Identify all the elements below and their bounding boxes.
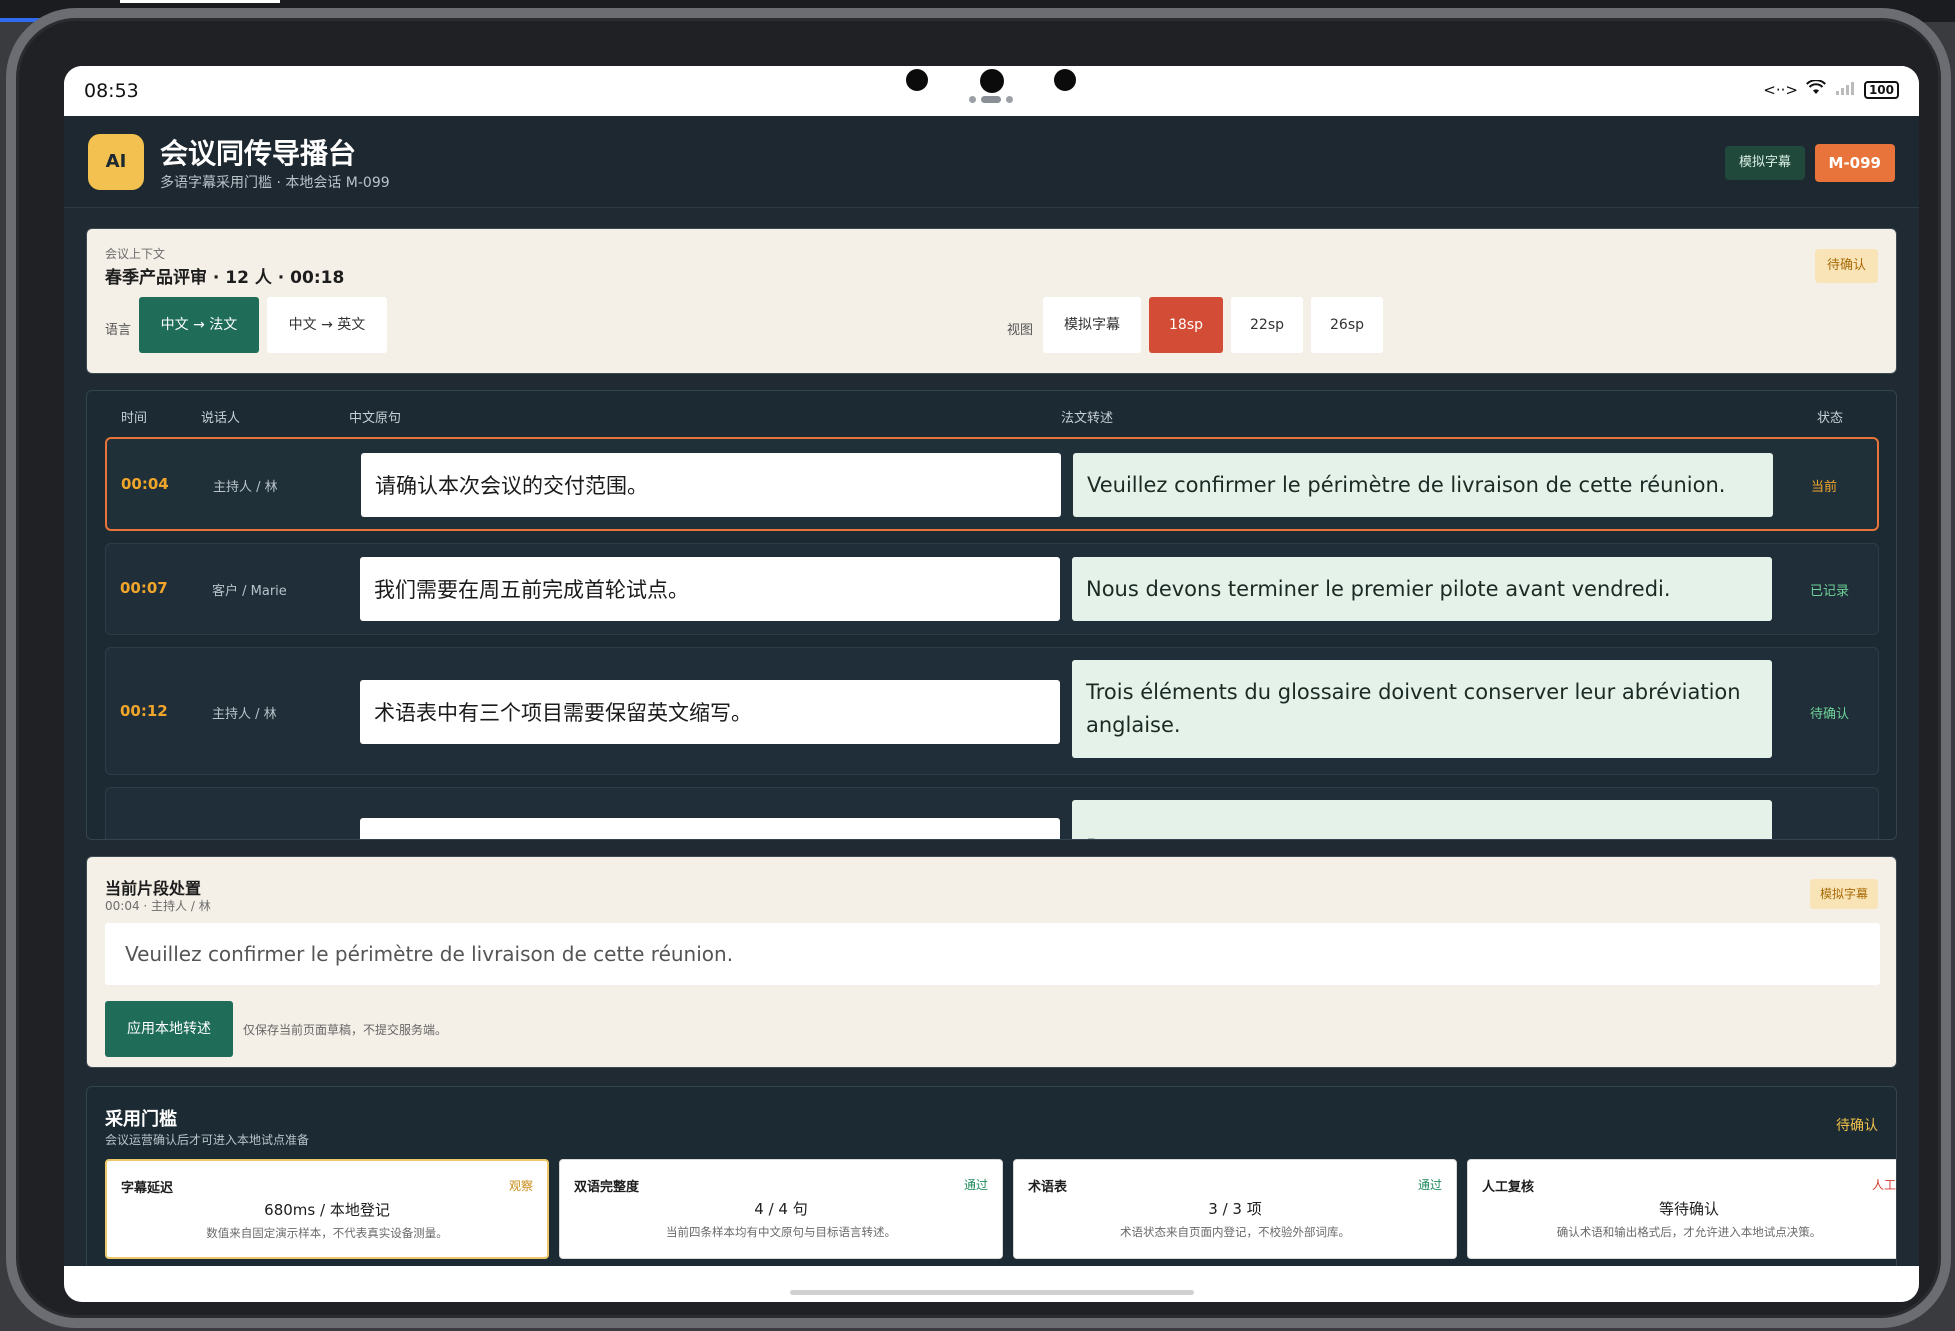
network-activity-icon: <··> <box>1763 81 1798 99</box>
table-row[interactable]: P… <box>105 787 1879 839</box>
gate-item-value: 3 / 3 项 <box>1208 1200 1262 1218</box>
status-time: 08:53 <box>84 80 139 102</box>
row-speaker: 主持人 / 林 <box>213 480 278 495</box>
gate-item-value: 4 / 4 句 <box>754 1200 808 1218</box>
app-header: AI 会议同传导播台 多语字幕采用门槛 · 本地会话 M-099 模拟字幕 M-… <box>64 116 1919 208</box>
row-zh-input[interactable]: 请确认本次会议的交付范围。 <box>361 453 1061 517</box>
app-logo: AI <box>88 134 144 190</box>
column-header-time: 时间 <box>121 411 148 426</box>
row-time: 00:12 <box>120 702 168 720</box>
row-fr-input[interactable]: P… <box>1072 800 1772 839</box>
camera-dot <box>1054 69 1076 91</box>
context-status-badge: 待确认 <box>1814 249 1878 283</box>
session-id-badge[interactable]: M-099 <box>1814 144 1895 182</box>
tablet-frame: 08:53 <··> 100 AI 会议同传导播台 多语字幕采用门槛 · 本地会… <box>6 8 1951 1328</box>
page-subtitle: 多语字幕采用门槛 · 本地会话 M-099 <box>160 175 390 191</box>
tablet-screen: 08:53 <··> 100 AI 会议同传导播台 多语字幕采用门槛 · 本地会… <box>64 66 1919 1302</box>
lang-zh-fr-button[interactable]: 中文 → 法文 <box>139 297 259 353</box>
segment-badge: 模拟字幕 <box>1809 879 1878 909</box>
row-speaker: 主持人 / 林 <box>212 707 277 722</box>
row-speaker: 客户 / Marie <box>212 584 287 599</box>
view-26sp-button[interactable]: 26sp <box>1311 297 1383 353</box>
gate-item-state: 观察 <box>508 1179 533 1193</box>
meeting-context-card: 会议上下文 春季产品评审 · 12 人 · 00:18 待确认 语言 中文 → … <box>86 228 1897 374</box>
view-18sp-button[interactable]: 18sp <box>1149 297 1223 353</box>
row-status: 已记录 <box>1810 584 1850 599</box>
gate-item-desc: 当前四条样本均有中文原句与目标语言转述。 <box>666 1225 896 1239</box>
segment-meta: 00:04 · 主持人 / 林 <box>105 899 211 913</box>
row-zh-input[interactable] <box>360 818 1060 839</box>
row-fr-input[interactable]: Veuillez confirmer le périmètre de livra… <box>1073 453 1773 517</box>
gate-status: 待确认 <box>1836 1118 1878 1134</box>
gate-item-state: 通过 <box>963 1178 988 1192</box>
column-header-fr: 法文转述 <box>1061 411 1114 426</box>
gate-item-name: 字幕延迟 <box>121 1181 174 1196</box>
table-row[interactable]: 00:04 主持人 / 林 请确认本次会议的交付范围。 Veuillez con… <box>105 437 1879 531</box>
gate-item-desc: 确认术语和输出格式后，才允许进入本地试点决策。 <box>1556 1225 1822 1239</box>
gate-item-latency[interactable]: 字幕延迟 观察 680ms / 本地登记 数值来自固定演示样本，不代表真实设备测… <box>105 1159 549 1259</box>
wifi-icon <box>1806 79 1826 100</box>
gate-item-bilingual[interactable]: 双语完整度 通过 4 / 4 句 当前四条样本均有中文原句与目标语言转述。 <box>559 1159 1003 1259</box>
row-fr-input[interactable]: Nous devons terminer le premier pilote a… <box>1072 557 1772 621</box>
segment-translation-field[interactable]: Veuillez confirmer le périmètre de livra… <box>105 923 1880 985</box>
table-row[interactable]: 00:12 主持人 / 林 术语表中有三个项目需要保留英文缩写。 Trois é… <box>105 647 1879 775</box>
table-row[interactable]: 00:07 客户 / Marie 我们需要在周五前完成首轮试点。 Nous de… <box>105 543 1879 635</box>
lang-zh-en-button[interactable]: 中文 → 英文 <box>267 297 387 353</box>
view-simulated-button[interactable]: 模拟字幕 <box>1043 297 1141 353</box>
subtitle-table: 时间 说话人 中文原句 法文转述 状态 00:04 主持人 / 林 请确认本次会… <box>86 390 1897 840</box>
gate-item-glossary[interactable]: 术语表 通过 3 / 3 项 术语状态来自页面内登记，不校验外部词库。 <box>1013 1159 1457 1259</box>
context-label: 会议上下文 <box>105 247 166 261</box>
signal-icon <box>1834 80 1856 100</box>
status-icons: <··> 100 <box>1763 79 1899 100</box>
adoption-gate-card: 采用门槛 会议运营确认后才可进入本地试点准备 待确认 字幕延迟 观察 680ms… <box>86 1086 1897 1286</box>
segment-title: 当前片段处置 <box>105 879 202 898</box>
gate-item-state: 人工 <box>1871 1178 1896 1192</box>
row-zh-input[interactable]: 我们需要在周五前完成首轮试点。 <box>360 557 1060 621</box>
segment-note: 仅保存当前页面草稿，不提交服务端。 <box>243 1023 448 1037</box>
column-header-status: 状态 <box>1817 411 1844 426</box>
gate-item-desc: 术语状态来自页面内登记，不校验外部词库。 <box>1120 1225 1350 1239</box>
app-root: AI 会议同传导播台 多语字幕采用门槛 · 本地会话 M-099 模拟字幕 M-… <box>64 116 1919 1302</box>
gate-item-manual-review[interactable]: 人工复核 人工 等待确认 确认术语和输出格式后，才允许进入本地试点决策。 <box>1467 1159 1896 1259</box>
gate-item-value: 等待确认 <box>1658 1200 1719 1218</box>
row-status: 当前 <box>1811 480 1838 495</box>
gate-subtitle: 会议运营确认后才可进入本地试点准备 <box>105 1133 310 1147</box>
current-segment-card: 当前片段处置 00:04 · 主持人 / 林 模拟字幕 Veuillez con… <box>86 856 1897 1068</box>
camera-dot <box>906 69 928 91</box>
gate-item-name: 双语完整度 <box>574 1180 640 1195</box>
battery-icon: 100 <box>1863 81 1899 99</box>
simulated-subtitle-badge: 模拟字幕 <box>1724 146 1805 180</box>
status-bar: 08:53 <··> 100 <box>64 66 1919 116</box>
gate-title: 采用门槛 <box>105 1109 177 1130</box>
row-time: 00:04 <box>121 475 169 493</box>
host-tab-strip <box>120 0 280 3</box>
context-title: 春季产品评审 · 12 人 · 00:18 <box>105 268 345 288</box>
page-title: 会议同传导播台 <box>160 137 357 170</box>
multitask-dots[interactable] <box>969 96 1013 103</box>
gate-item-name: 术语表 <box>1028 1180 1068 1195</box>
gate-item-state: 通过 <box>1417 1178 1442 1192</box>
gate-item-name: 人工复核 <box>1482 1180 1535 1195</box>
camera-dot <box>980 69 1004 93</box>
apply-local-translation-button[interactable]: 应用本地转述 <box>105 1001 233 1057</box>
column-header-zh: 中文原句 <box>349 411 402 426</box>
home-indicator[interactable] <box>790 1290 1194 1295</box>
view-label: 视图 <box>1007 323 1034 338</box>
row-fr-input[interactable]: Trois éléments du glossaire doivent cons… <box>1072 660 1772 758</box>
language-label: 语言 <box>105 323 132 338</box>
row-status: 待确认 <box>1810 707 1850 722</box>
view-22sp-button[interactable]: 22sp <box>1231 297 1303 353</box>
row-zh-input[interactable]: 术语表中有三个项目需要保留英文缩写。 <box>360 680 1060 744</box>
row-time: 00:07 <box>120 579 168 597</box>
column-header-speaker: 说话人 <box>201 411 241 426</box>
navigation-bar <box>64 1266 1919 1302</box>
gate-item-desc: 数值来自固定演示样本，不代表真实设备测量。 <box>206 1226 448 1240</box>
gate-item-value: 680ms / 本地登记 <box>264 1201 390 1219</box>
